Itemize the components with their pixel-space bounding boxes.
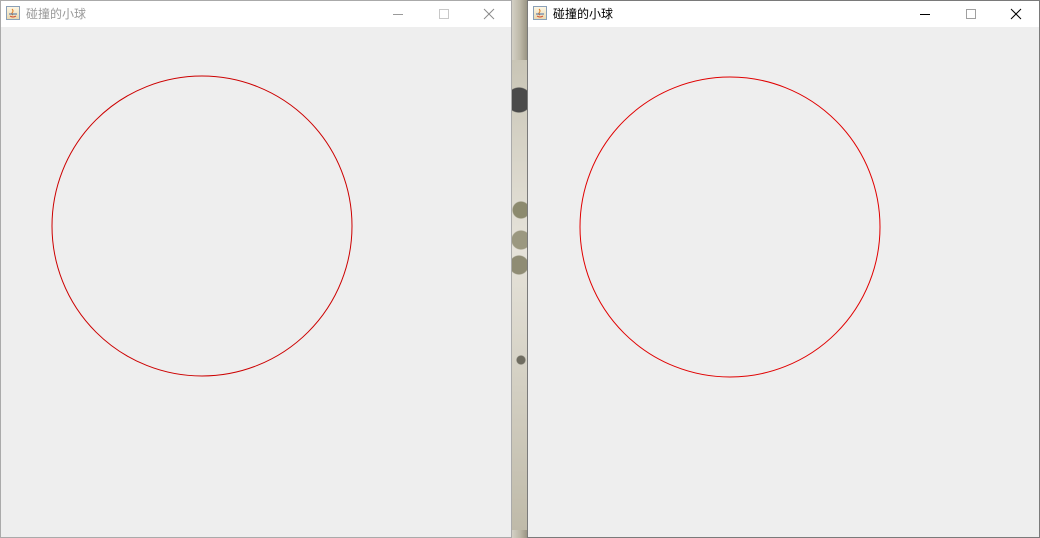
- java-icon[interactable]: [6, 6, 20, 20]
- minimize-button[interactable]: [902, 1, 948, 27]
- canvas-area[interactable]: [1, 27, 511, 537]
- minimize-icon: [920, 14, 930, 15]
- maximize-icon: [439, 9, 449, 19]
- desktop-wallpaper-fragment: [509, 60, 529, 530]
- java-icon[interactable]: [533, 6, 547, 20]
- ball: [579, 76, 881, 378]
- maximize-button[interactable]: [948, 1, 994, 27]
- window-right[interactable]: 碰撞的小球: [527, 0, 1040, 538]
- title-bar[interactable]: 碰撞的小球: [1, 1, 511, 27]
- minimize-button[interactable]: [375, 1, 421, 27]
- minimize-icon: [393, 14, 403, 15]
- maximize-icon: [966, 9, 976, 19]
- window-title: 碰撞的小球: [26, 7, 87, 21]
- title-bar[interactable]: 碰撞的小球: [528, 1, 1039, 27]
- ball: [51, 75, 353, 377]
- close-icon: [483, 8, 495, 20]
- close-button[interactable]: [466, 1, 512, 27]
- canvas-area[interactable]: [528, 27, 1039, 537]
- window-left[interactable]: 碰撞的小球: [0, 0, 512, 538]
- close-icon: [1010, 8, 1022, 20]
- window-title: 碰撞的小球: [553, 7, 614, 21]
- maximize-button[interactable]: [421, 1, 467, 27]
- close-button[interactable]: [993, 1, 1039, 27]
